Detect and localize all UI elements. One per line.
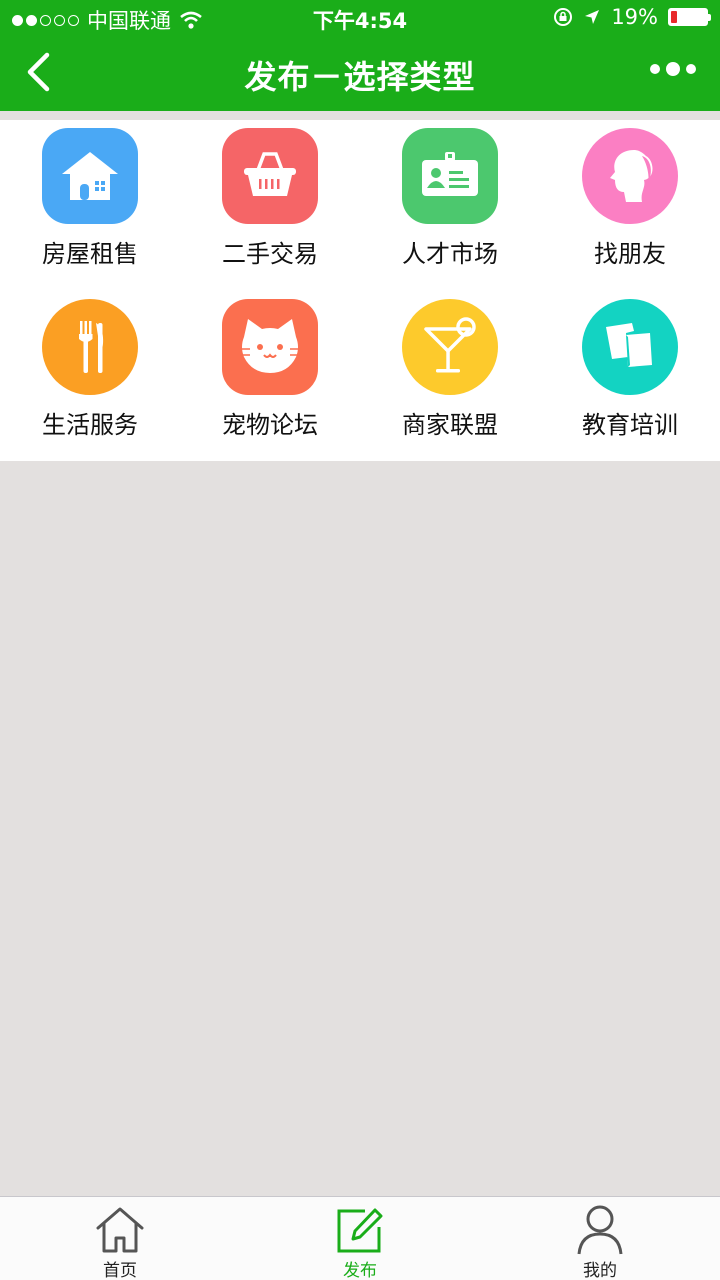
basket-icon bbox=[222, 128, 318, 224]
category-second-hand[interactable]: 二手交易 bbox=[180, 120, 360, 290]
more-button[interactable] bbox=[650, 62, 696, 76]
tab-mine[interactable]: 我的 bbox=[480, 1197, 720, 1280]
status-bar: 中国联通 下午4:54 19% bbox=[0, 0, 720, 36]
battery-icon bbox=[668, 8, 711, 26]
battery-percent: 19% bbox=[611, 5, 658, 29]
category-label: 二手交易 bbox=[222, 240, 318, 268]
category-education-training[interactable]: 教育培训 bbox=[540, 291, 720, 461]
top-bar: 中国联通 下午4:54 19% 发布－选择类型 bbox=[0, 0, 720, 111]
cat-icon bbox=[222, 299, 318, 395]
edit-icon bbox=[332, 1203, 388, 1256]
rotation-lock-icon bbox=[554, 8, 573, 26]
battery-level bbox=[671, 11, 677, 23]
category-label: 宠物论坛 bbox=[222, 411, 318, 439]
category-label: 房屋租售 bbox=[42, 240, 138, 268]
category-label: 人才市场 bbox=[402, 240, 498, 268]
house-icon bbox=[42, 128, 138, 224]
girl-profile-icon bbox=[582, 128, 678, 224]
more-dots-icon-center bbox=[666, 62, 680, 76]
tab-home[interactable]: 首页 bbox=[0, 1197, 240, 1280]
home-icon bbox=[92, 1203, 148, 1256]
cards-icon bbox=[582, 299, 678, 395]
cocktail-icon bbox=[402, 299, 498, 395]
tab-label: 首页 bbox=[103, 1261, 137, 1280]
category-label: 找朋友 bbox=[594, 240, 666, 268]
category-talent-market[interactable]: 人才市场 bbox=[360, 120, 540, 290]
location-arrow-icon bbox=[585, 10, 600, 24]
category-label: 教育培训 bbox=[582, 411, 678, 439]
category-label: 生活服务 bbox=[42, 411, 138, 439]
status-right: 19% bbox=[553, 5, 711, 29]
fork-knife-icon bbox=[42, 299, 138, 395]
id-card-icon bbox=[402, 128, 498, 224]
category-life-services[interactable]: 生活服务 bbox=[0, 291, 180, 461]
category-find-friends[interactable]: 找朋友 bbox=[540, 120, 720, 290]
category-label: 商家联盟 bbox=[402, 411, 498, 439]
tab-publish[interactable]: 发布 bbox=[240, 1197, 480, 1280]
category-pet-forum[interactable]: 宠物论坛 bbox=[180, 291, 360, 461]
tab-bar: 首页 发布 我的 bbox=[0, 1196, 720, 1280]
category-grid: 房屋租售 二手交易 人才市场 找朋友 生活服务 宠物论坛 商家联盟 教育培训 bbox=[0, 120, 720, 461]
tab-label: 发布 bbox=[343, 1261, 377, 1280]
page-title: 发布－选择类型 bbox=[244, 58, 476, 96]
user-icon bbox=[572, 1203, 628, 1256]
tab-label: 我的 bbox=[583, 1261, 617, 1280]
category-house-rental[interactable]: 房屋租售 bbox=[0, 120, 180, 290]
navigation-bar: 发布－选择类型 bbox=[0, 36, 720, 111]
more-dots-icon bbox=[650, 64, 660, 74]
more-dots-icon-right bbox=[686, 64, 696, 74]
category-merchant-alliance[interactable]: 商家联盟 bbox=[360, 291, 540, 461]
